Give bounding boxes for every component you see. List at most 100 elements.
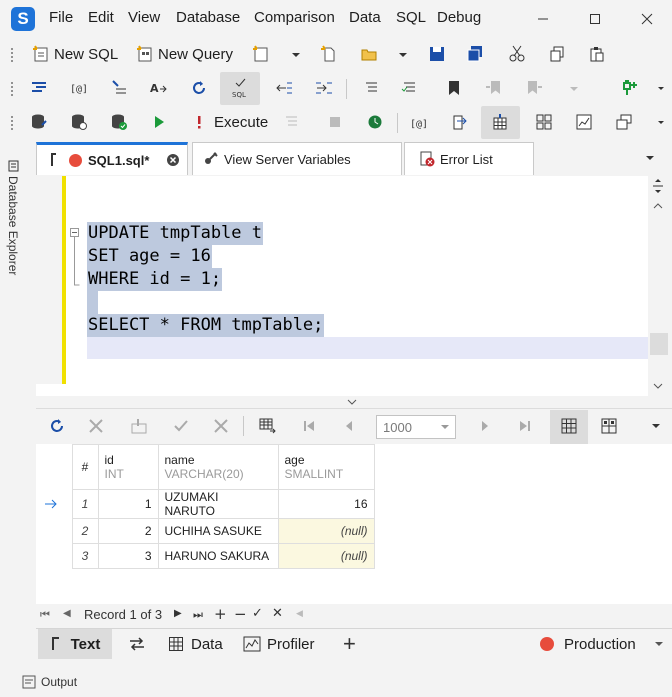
tab-profiler[interactable]: Profiler [243,629,315,659]
minimize-button[interactable] [533,9,553,29]
cell-name[interactable]: UCHIHA SASUKE [157,518,279,544]
apply-changes-icon[interactable] [172,417,190,435]
dropdown-arrow-icon[interactable] [287,45,305,63]
layout-icon[interactable] [535,113,553,131]
cell-name[interactable]: HARUNO SAKURA [157,543,279,569]
next-record-icon[interactable]: ▶ [174,608,182,619]
edit-data-icon[interactable] [130,417,148,435]
split-editor-icon[interactable] [650,178,666,194]
toolbar-overflow-icon[interactable] [652,79,670,97]
grid-settings-icon[interactable] [258,417,276,435]
tab-sql1[interactable]: SQL1.sql* [36,142,188,175]
menu-data[interactable]: Data [349,9,381,26]
connect-icon[interactable] [620,79,638,97]
add-record-icon[interactable]: + [214,605,227,623]
data-grid-icon[interactable] [491,113,509,131]
switch-mode-icon[interactable] [128,636,146,652]
toolbar-grip[interactable] [10,81,14,97]
sql-check-icon[interactable]: SQL [230,77,252,99]
execute-button[interactable]: Execute [214,114,268,131]
last-page-icon[interactable] [516,417,534,435]
row-limit-dropdown-icon[interactable] [441,424,449,430]
toolbar-grip[interactable] [10,115,14,131]
cell-id[interactable]: 1 [97,489,159,519]
database-execute-icon[interactable] [70,113,88,131]
fold-marker-icon[interactable] [70,228,80,288]
cell-id[interactable]: 2 [97,518,159,544]
row-limit-input[interactable]: 1000 [376,415,456,439]
open-dropdown-icon[interactable] [394,45,412,63]
table-row[interactable]: 3 3 HARUNO SAKURA (null) [36,543,375,569]
comment-icon[interactable] [362,79,380,97]
cell-age[interactable]: 16 [277,489,375,519]
outdent-icon[interactable] [275,79,293,97]
delete-record-icon[interactable]: − [234,605,247,623]
menu-file[interactable]: File [49,9,73,26]
tab-data[interactable]: Data [168,629,223,659]
prev-record-icon[interactable]: ◀ [63,608,71,619]
tab-text[interactable]: Text [38,629,112,659]
new-document-icon[interactable] [252,45,270,63]
paste-icon[interactable] [588,45,606,63]
discard-changes-icon[interactable] [212,417,230,435]
collapse-splitter-icon[interactable] [346,398,358,406]
open-file-icon[interactable] [360,45,378,63]
cell-age[interactable]: (null) [277,543,375,569]
save-all-icon[interactable] [466,45,484,63]
refresh-icon[interactable] [190,79,208,97]
next-bookmark-icon[interactable] [525,79,543,97]
refresh-grid-icon[interactable] [48,417,66,435]
cursor-text-icon[interactable] [110,79,128,97]
new-sql-button[interactable]: New SQL [54,46,118,63]
column-header-age[interactable]: age SMALLINT [277,444,375,490]
scroll-thumb[interactable] [650,333,668,355]
parameters-icon[interactable]: [@] [410,113,428,131]
export-icon[interactable] [450,113,468,131]
connection-selector[interactable]: Production [540,629,664,659]
first-record-icon[interactable]: ⏮ [40,608,50,622]
save-icon[interactable] [428,45,446,63]
indent-icon[interactable] [315,79,333,97]
database-edit-icon[interactable] [30,113,48,131]
new-query-button[interactable]: New Query [158,46,233,63]
add-tab-icon[interactable]: + [343,631,356,657]
table-row[interactable]: 2 2 UCHIHA SASUKE (null) [36,518,375,544]
table-row[interactable]: 1 1 UZUMAKI NARUTO 16 [36,489,375,519]
menu-comparison[interactable]: Comparison [254,9,335,26]
card-view-icon[interactable] [600,417,618,435]
menu-view[interactable]: View [128,9,160,26]
prev-bookmark-icon[interactable] [485,79,503,97]
menu-debug[interactable]: Debug [437,9,481,26]
column-header-id[interactable]: id INT [97,444,159,490]
hscroll-left-icon[interactable]: ◀ [296,609,303,619]
database-check-icon[interactable] [110,113,128,131]
cancel-edit-icon[interactable]: ✕ [272,606,283,621]
tab-view-server-variables[interactable]: View Server Variables [192,142,402,175]
menu-database[interactable]: Database [176,9,240,26]
cut-icon[interactable] [508,45,526,63]
column-header-name[interactable]: name VARCHAR(20) [157,444,279,490]
cell-id[interactable]: 3 [97,543,159,569]
menu-sql[interactable]: SQL [396,9,426,26]
scroll-up-icon[interactable] [651,200,665,212]
stop-icon[interactable] [326,113,344,131]
uncomment-icon[interactable] [400,79,418,97]
toolbar-grip[interactable] [10,47,14,63]
run-icon[interactable] [150,113,168,131]
grid-toolbar-overflow-icon[interactable] [650,420,662,432]
cell-name[interactable]: UZUMAKI NARUTO [157,489,279,519]
execute-partial-icon[interactable] [283,113,301,131]
chart-icon[interactable] [575,113,593,131]
next-page-icon[interactable] [476,417,494,435]
pivot-icon[interactable] [615,113,633,131]
toolbar-overflow-icon[interactable] [652,113,670,131]
grid-view-icon[interactable] [560,417,578,435]
new-file-icon[interactable] [320,45,338,63]
maximize-button[interactable] [585,9,605,29]
column-header-rownum[interactable]: # [71,444,99,490]
last-record-icon[interactable]: ⏭ [193,608,203,622]
case-icon[interactable]: A [150,79,168,97]
format-icon[interactable] [30,79,48,97]
prev-page-icon[interactable] [340,417,358,435]
menu-edit[interactable]: Edit [88,9,114,26]
